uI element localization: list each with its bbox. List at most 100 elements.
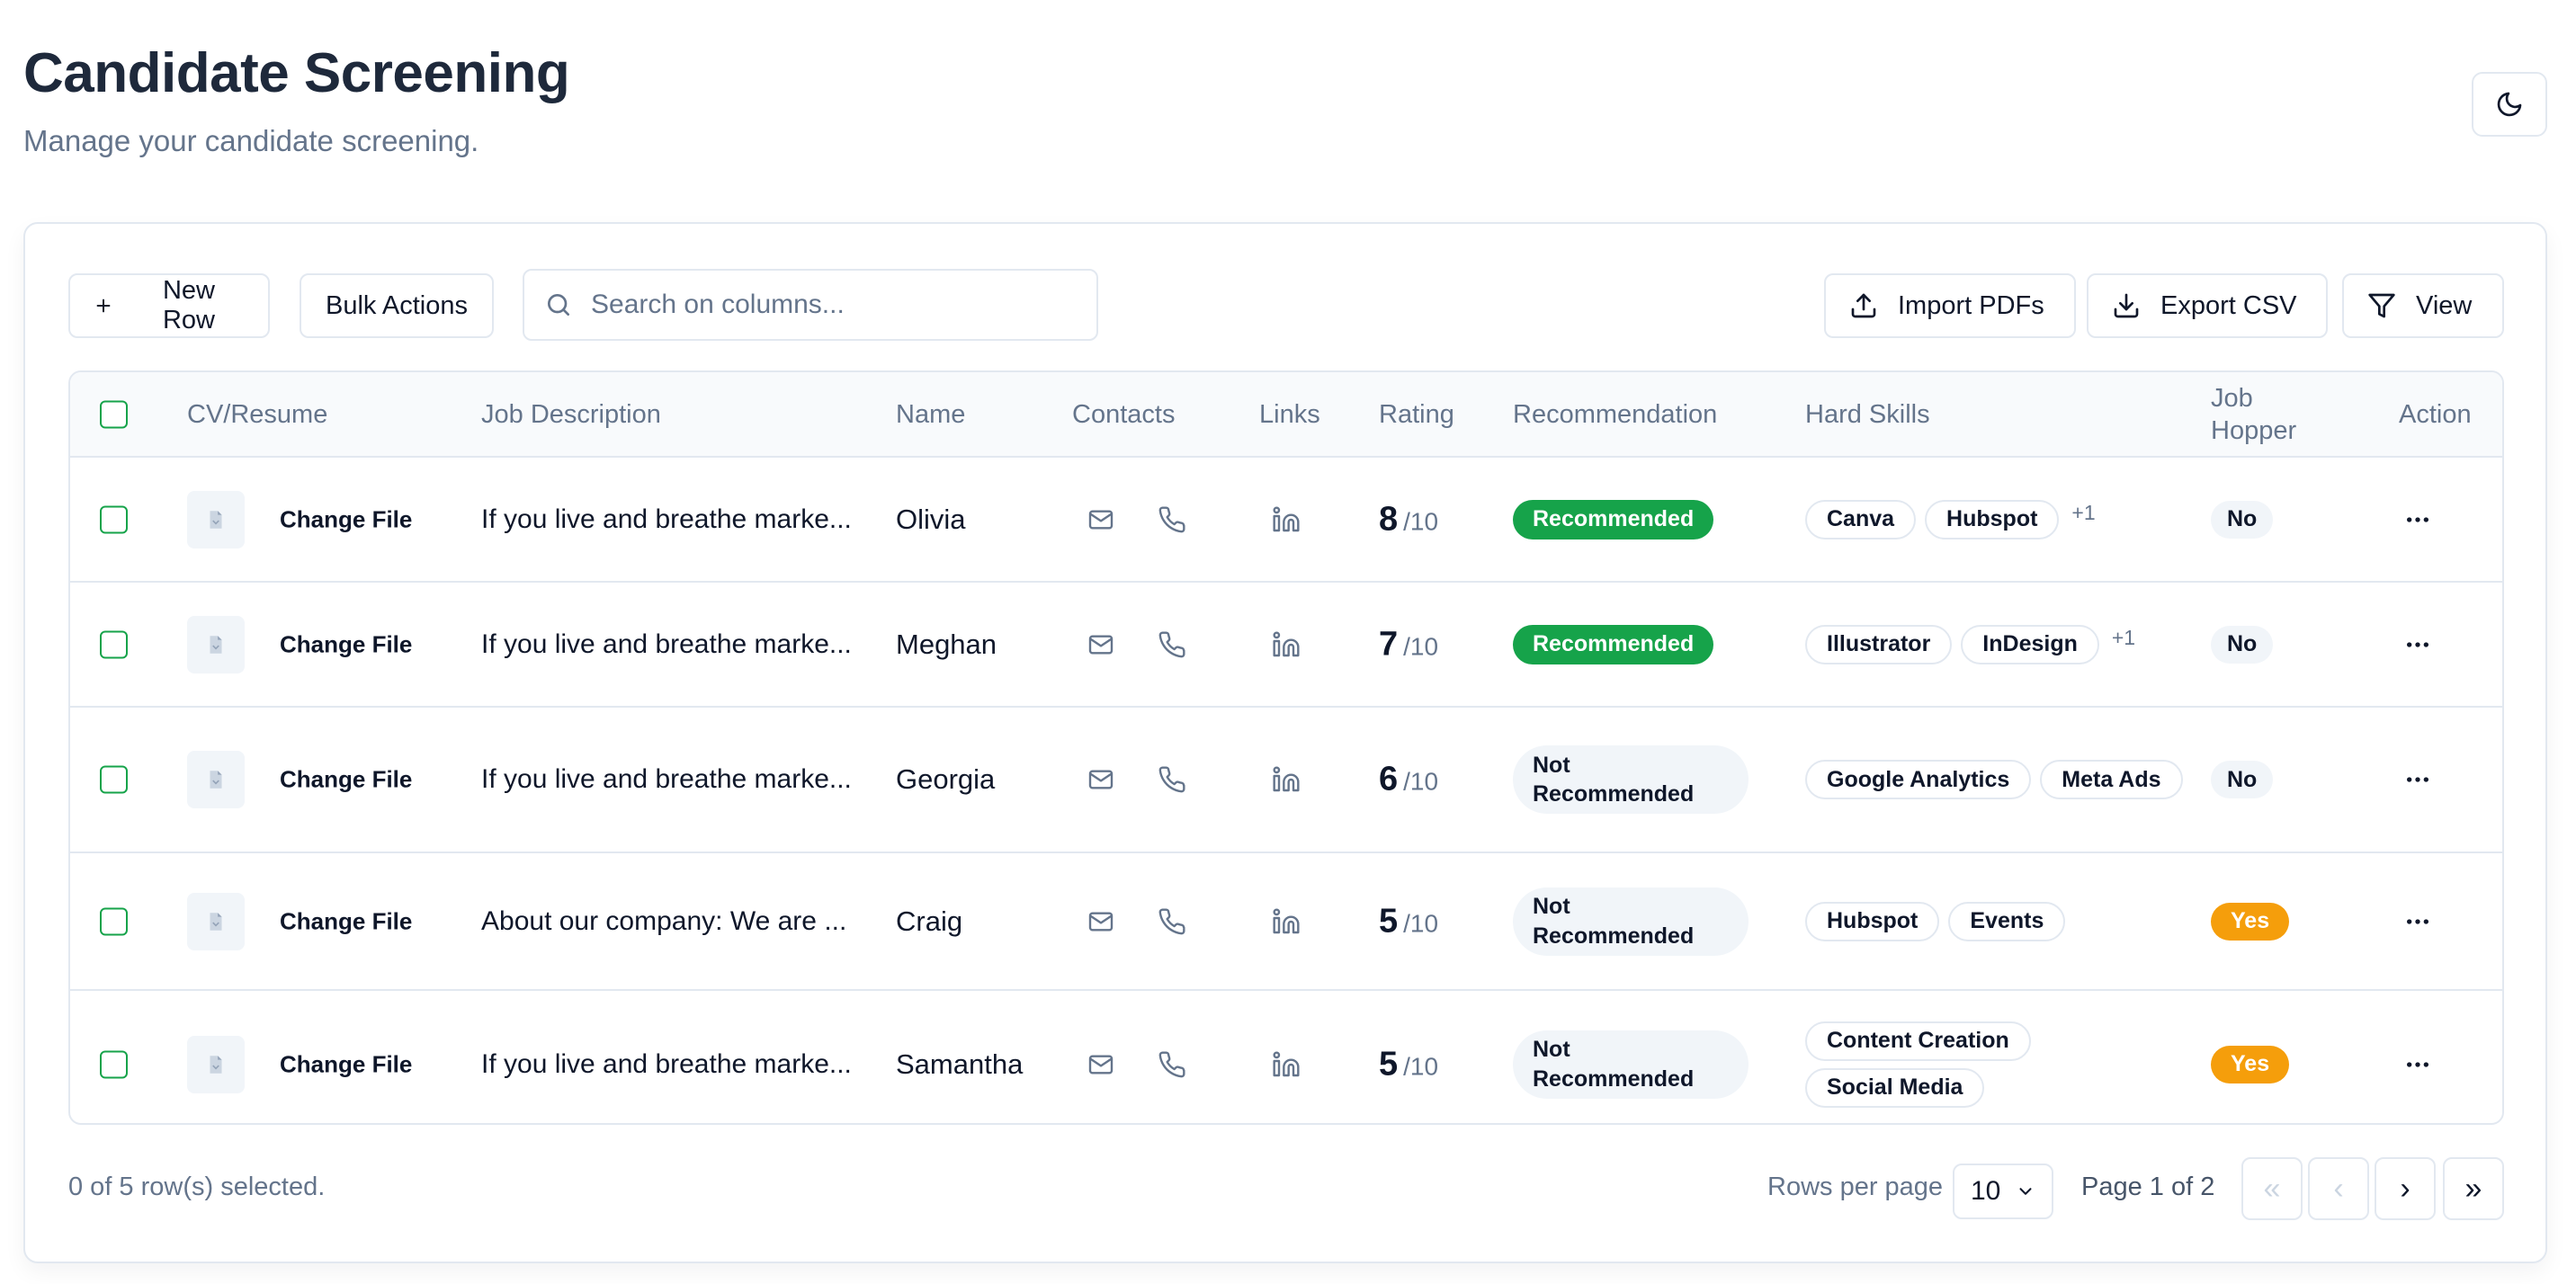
row-checkbox[interactable] bbox=[100, 630, 128, 658]
view-button[interactable]: View bbox=[2342, 273, 2504, 338]
first-page-button[interactable]: « bbox=[2241, 1157, 2303, 1220]
rows-per-page-select[interactable]: 10 bbox=[1953, 1164, 2053, 1219]
rows-per-page-label: Rows per page bbox=[1767, 1173, 1944, 1201]
candidates-table: CV/Resume Job Description Name Contacts … bbox=[68, 370, 2504, 1125]
bulk-actions-button[interactable]: Bulk Actions bbox=[300, 273, 494, 338]
change-file-button[interactable]: Change File bbox=[280, 766, 412, 794]
column-recommendation: Recommendation bbox=[1513, 399, 1718, 429]
bulk-actions-label: Bulk Actions bbox=[326, 290, 468, 320]
skill-badge: Content Creation bbox=[1805, 1021, 2031, 1061]
rating-max: /10 bbox=[1403, 909, 1439, 937]
recommendation-badge: Not Recommended bbox=[1513, 745, 1749, 814]
more-actions-icon[interactable] bbox=[2398, 760, 2437, 799]
linkedin-icon[interactable] bbox=[1266, 625, 1306, 664]
skill-badge: Hubspot bbox=[1805, 901, 1940, 941]
phone-icon[interactable] bbox=[1152, 902, 1192, 941]
change-file-button[interactable]: Change File bbox=[280, 505, 412, 533]
change-file-button[interactable]: Change File bbox=[280, 630, 412, 658]
recommendation-badge: Not Recommended bbox=[1513, 887, 1749, 956]
select-all-checkbox[interactable] bbox=[100, 400, 128, 428]
table-header: CV/Resume Job Description Name Contacts … bbox=[70, 372, 2502, 458]
next-page-button[interactable]: › bbox=[2375, 1157, 2436, 1220]
phone-icon[interactable] bbox=[1152, 625, 1192, 664]
row-checkbox[interactable] bbox=[100, 1050, 128, 1078]
mail-icon[interactable] bbox=[1081, 500, 1121, 539]
candidate-name: Meghan bbox=[896, 628, 997, 660]
recommendation-line1: Not bbox=[1533, 752, 1570, 778]
more-actions-icon[interactable] bbox=[2398, 625, 2437, 664]
rating: 8/10 bbox=[1379, 500, 1438, 539]
more-skills-count: +1 bbox=[2111, 626, 2136, 649]
recommendation-line1: Not bbox=[1533, 1037, 1570, 1062]
page-title: Candidate Screening bbox=[23, 42, 570, 104]
column-job-hopper-line2: Hopper bbox=[2211, 415, 2297, 445]
phone-icon[interactable] bbox=[1152, 760, 1192, 799]
plus-icon bbox=[96, 299, 111, 313]
linkedin-icon[interactable] bbox=[1266, 1045, 1306, 1084]
row-checkbox[interactable] bbox=[100, 505, 128, 533]
job-description-text: If you live and breathe marke... bbox=[481, 1048, 852, 1079]
recommendation-line2: Recommended bbox=[1533, 781, 1695, 807]
file-icon[interactable] bbox=[187, 751, 245, 808]
phone-icon[interactable] bbox=[1152, 500, 1192, 539]
row-checkbox[interactable] bbox=[100, 765, 128, 794]
rating-max: /10 bbox=[1403, 632, 1439, 660]
linkedin-icon[interactable] bbox=[1266, 902, 1306, 941]
change-file-button[interactable]: Change File bbox=[280, 1050, 412, 1078]
phone-icon[interactable] bbox=[1152, 1045, 1192, 1084]
candidate-name: Craig bbox=[896, 905, 963, 937]
rating-max: /10 bbox=[1403, 1052, 1439, 1080]
mail-icon[interactable] bbox=[1081, 902, 1121, 941]
rating-max: /10 bbox=[1403, 767, 1439, 796]
file-icon[interactable] bbox=[187, 1035, 245, 1093]
page-subtitle: Manage your candidate screening. bbox=[23, 124, 479, 157]
job-hopper-badge: No bbox=[2211, 500, 2274, 539]
import-pdfs-button[interactable]: Import PDFs bbox=[1824, 273, 2076, 338]
table-row: Change File If you live and breathe mark… bbox=[70, 458, 2502, 583]
previous-page-button[interactable]: ‹ bbox=[2308, 1157, 2369, 1220]
column-name: Name bbox=[896, 399, 966, 429]
new-row-button[interactable]: New Row bbox=[68, 273, 270, 338]
rating-max: /10 bbox=[1403, 507, 1439, 535]
mail-icon[interactable] bbox=[1081, 760, 1121, 799]
recommendation-badge: Not Recommended bbox=[1513, 1030, 1749, 1099]
filter-icon bbox=[2368, 293, 2395, 318]
search-input[interactable] bbox=[591, 290, 1077, 320]
job-description-text: About our company: We are ... bbox=[481, 905, 847, 936]
file-icon[interactable] bbox=[187, 490, 245, 548]
recommendation-line2: Recommended bbox=[1533, 1066, 1695, 1092]
skill-badge: InDesign bbox=[1961, 624, 2099, 664]
change-file-button[interactable]: Change File bbox=[280, 907, 412, 935]
file-icon[interactable] bbox=[187, 892, 245, 950]
more-actions-icon[interactable] bbox=[2398, 1045, 2437, 1084]
mail-icon[interactable] bbox=[1081, 1045, 1121, 1084]
row-checkbox[interactable] bbox=[100, 907, 128, 935]
hard-skills-list: Google Analytics Meta Ads bbox=[1805, 760, 2183, 799]
more-actions-icon[interactable] bbox=[2398, 500, 2437, 539]
new-row-label: New Row bbox=[162, 276, 215, 334]
rows-per-page-value: 10 bbox=[1971, 1176, 2001, 1206]
more-actions-icon[interactable] bbox=[2398, 902, 2437, 941]
column-job-hopper: Job Hopper bbox=[2211, 381, 2296, 447]
theme-toggle-button[interactable] bbox=[2472, 72, 2547, 137]
recommendation-text: Recommended bbox=[1533, 631, 1695, 656]
skill-badge: Meta Ads bbox=[2040, 760, 2183, 799]
column-job-hopper-line1: Job bbox=[2211, 383, 2253, 413]
export-csv-button[interactable]: Export CSV bbox=[2087, 273, 2328, 338]
more-skills-count: +1 bbox=[2071, 501, 2096, 524]
selection-status: 0 of 5 row(s) selected. bbox=[68, 1173, 326, 1201]
job-description-text: If you live and breathe marke... bbox=[481, 629, 852, 659]
skill-badge: Illustrator bbox=[1805, 624, 1953, 664]
linkedin-icon[interactable] bbox=[1266, 500, 1306, 539]
mail-icon[interactable] bbox=[1081, 625, 1121, 664]
table-row: Change File If you live and breathe mark… bbox=[70, 991, 2502, 1123]
linkedin-icon[interactable] bbox=[1266, 760, 1306, 799]
last-page-button[interactable]: » bbox=[2443, 1157, 2504, 1220]
recommendation-line1: Not bbox=[1533, 894, 1570, 919]
rating: 5/10 bbox=[1379, 1045, 1438, 1083]
column-links: Links bbox=[1259, 399, 1320, 429]
export-csv-label: Export CSV bbox=[2160, 290, 2297, 320]
column-hard-skills: Hard Skills bbox=[1805, 399, 1930, 429]
file-icon[interactable] bbox=[187, 615, 245, 673]
job-hopper-badge: Yes bbox=[2211, 902, 2290, 941]
